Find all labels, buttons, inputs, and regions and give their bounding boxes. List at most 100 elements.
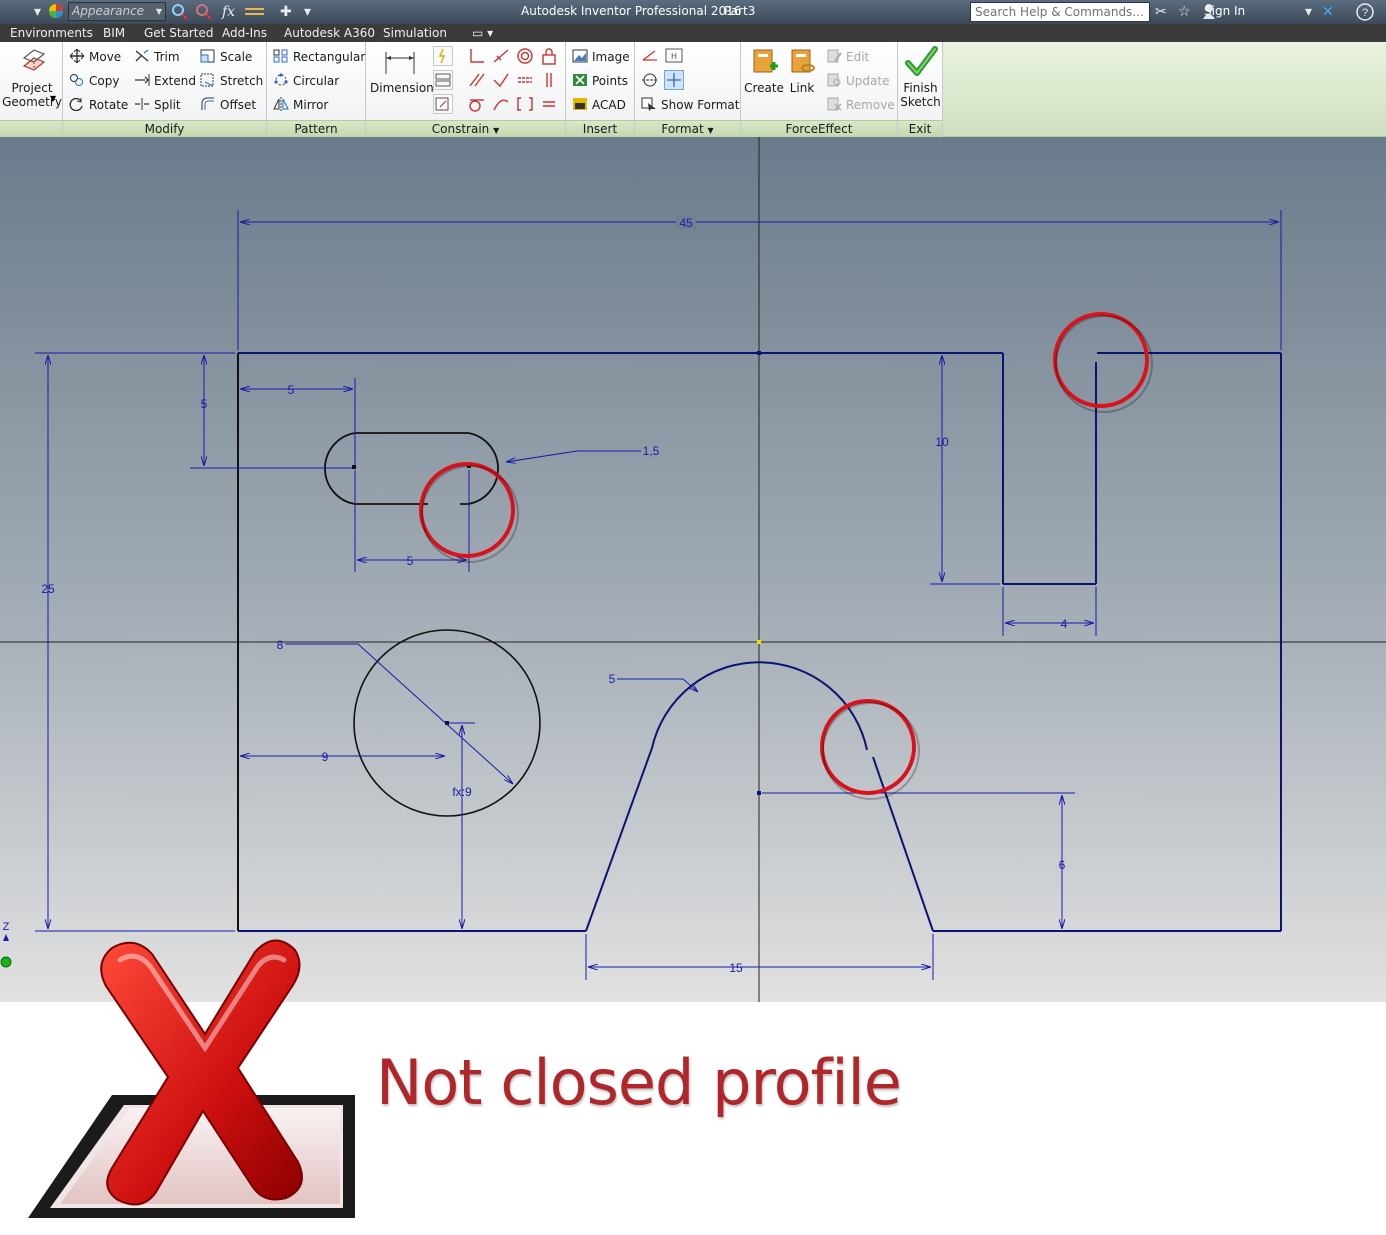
vertical-constraint-button[interactable]: [539, 70, 559, 90]
sketch-canvas[interactable]: 45 25 5 5 5 1,5 10 4 8 9 fx:9 5 6 15 Z: [0, 137, 1386, 1002]
zoom-clear-icon[interactable]: [195, 3, 213, 26]
move-button[interactable]: Move: [69, 49, 121, 65]
exchange-apps-icon[interactable]: ✕: [1322, 3, 1334, 21]
tab-environments[interactable]: Environments: [10, 25, 93, 41]
rotate-button[interactable]: Rotate: [69, 97, 128, 113]
dim-circle-x[interactable]: 9: [322, 750, 329, 764]
trim-label: Trim: [154, 50, 180, 64]
perpendicular-constraint-button[interactable]: [491, 70, 511, 90]
tab-get-started[interactable]: Get Started: [144, 25, 214, 41]
edit-icon: [827, 49, 842, 63]
tangent-constraint-button[interactable]: [467, 94, 487, 114]
auto-dimension-button[interactable]: [433, 46, 453, 66]
rectangular-pattern-button[interactable]: Rectangular: [273, 49, 365, 65]
insert-acad-button[interactable]: ACAD: [572, 97, 626, 113]
circular-pattern-button[interactable]: Circular: [273, 73, 339, 89]
auto-dimension-icon: [438, 48, 446, 64]
finish-label-1: Finish: [903, 81, 938, 95]
forceeffect-update-button[interactable]: Update: [826, 73, 889, 89]
fx-parameters-button[interactable]: fx: [222, 3, 235, 21]
plus-icon[interactable]: ✚: [280, 3, 292, 21]
dropdown-arrow-icon[interactable]: ▾: [34, 3, 41, 21]
finish-sketch-button[interactable]: Finish Sketch: [899, 46, 942, 109]
split-button[interactable]: Split: [134, 97, 181, 113]
sketch-graphics: 45 25 5 5 5 1,5 10 4 8 9 fx:9 5 6 15 Z: [0, 137, 1386, 1002]
constraint-settings-icon: [435, 97, 449, 111]
format-title: Format: [661, 122, 704, 136]
tab-simulation[interactable]: Simulation: [383, 25, 447, 41]
concentric-constraint-button[interactable]: [515, 46, 535, 66]
driven-dimension-button[interactable]: H: [664, 46, 684, 66]
origin-point: [757, 640, 761, 644]
symmetric-constraint-button[interactable]: [515, 94, 535, 114]
dimension-button[interactable]: Dimension: [370, 48, 434, 95]
dim-notch-depth[interactable]: 10: [935, 435, 949, 449]
help-icon[interactable]: ?: [1356, 3, 1374, 26]
coincident-constraint-button[interactable]: [467, 46, 487, 66]
color-wheel-icon[interactable]: [48, 3, 64, 24]
search-input[interactable]: Search Help & Commands...: [970, 2, 1150, 22]
arch-left-and-arc[interactable]: [585, 661, 868, 932]
mirror-button[interactable]: Mirror: [273, 97, 328, 113]
forceeffect-create-button[interactable]: Create: [744, 46, 784, 95]
scale-button[interactable]: Scale: [200, 49, 252, 65]
dim-notch-width[interactable]: 4: [1061, 617, 1068, 631]
center-point-icon: [667, 73, 681, 87]
dim-overall-width[interactable]: 45: [679, 216, 693, 230]
stretch-button[interactable]: Stretch: [200, 73, 263, 89]
insert-image-button[interactable]: Image: [572, 49, 630, 65]
centerline-button[interactable]: [640, 70, 660, 90]
arch-right-leg[interactable]: [872, 756, 934, 932]
horizontal-constraint-button[interactable]: [515, 70, 535, 90]
offset-button[interactable]: Offset: [200, 97, 256, 113]
dim-slot-radius[interactable]: 1,5: [643, 444, 660, 458]
trim-button[interactable]: Trim: [134, 49, 180, 65]
dim-arc-radius[interactable]: 5: [609, 672, 616, 686]
circular-pattern-icon: [274, 73, 288, 86]
dim-arch-base[interactable]: 15: [729, 961, 743, 975]
forceeffect-remove-button[interactable]: Remove: [826, 97, 895, 113]
show-format-button[interactable]: Show Format: [641, 97, 739, 113]
acad-icon: [573, 98, 587, 110]
center-point-button[interactable]: [664, 70, 684, 90]
appearance-dropdown[interactable]: Appearance ▼: [68, 2, 166, 21]
panel-title-pattern: Pattern: [267, 120, 365, 137]
dropdown-arrow-icon[interactable]: ▾: [304, 3, 311, 21]
extend-button[interactable]: Extend: [134, 73, 196, 89]
insert-points-button[interactable]: Points: [572, 73, 628, 89]
dim-arc-height[interactable]: 6: [1059, 858, 1066, 872]
line-weight-icon[interactable]: [244, 3, 266, 26]
constraint-settings-button[interactable]: [433, 94, 453, 114]
stretch-label: Stretch: [220, 74, 264, 88]
show-format-icon: [641, 97, 656, 111]
sign-in-link[interactable]: Sign In: [1204, 4, 1245, 18]
zoom-icon[interactable]: [171, 3, 189, 26]
construction-button[interactable]: [640, 46, 660, 66]
forceeffect-link-button[interactable]: Link: [784, 46, 820, 95]
equal-constraint-button[interactable]: [539, 94, 559, 114]
dim-slot-left-offset[interactable]: 5: [288, 383, 295, 397]
perpendicular-icon: [493, 73, 509, 88]
copy-button[interactable]: Copy: [69, 73, 119, 89]
forceeffect-edit-button[interactable]: Edit: [826, 49, 869, 65]
communication-center-icon[interactable]: ✂: [1155, 3, 1167, 21]
tab-autodesk-a360[interactable]: Autodesk A360: [284, 25, 375, 41]
dim-circle-y[interactable]: fx:9: [452, 785, 472, 799]
parallel-constraint-button[interactable]: [467, 70, 487, 90]
show-constraints-button[interactable]: [433, 70, 453, 90]
collinear-constraint-button[interactable]: [491, 46, 511, 66]
equal-icon: [543, 101, 555, 107]
offset-label: Offset: [220, 98, 257, 112]
smooth-constraint-button[interactable]: [491, 94, 511, 114]
tab-overflow-icon[interactable]: ▭ ▾: [472, 25, 493, 41]
dropdown-arrow-icon[interactable]: ▾: [1305, 3, 1312, 21]
favorites-star-icon[interactable]: ☆: [1178, 3, 1191, 21]
split-icon: [135, 98, 149, 110]
dim-overall-height[interactable]: 25: [41, 582, 55, 596]
dim-slot-length[interactable]: 5: [407, 554, 414, 568]
dim-circle-diameter[interactable]: 8: [277, 638, 284, 652]
fix-constraint-button[interactable]: [539, 46, 559, 66]
dim-slot-top-offset[interactable]: 5: [201, 397, 208, 411]
tab-add-ins[interactable]: Add-Ins: [222, 25, 267, 41]
tab-bim[interactable]: BIM: [103, 25, 125, 41]
